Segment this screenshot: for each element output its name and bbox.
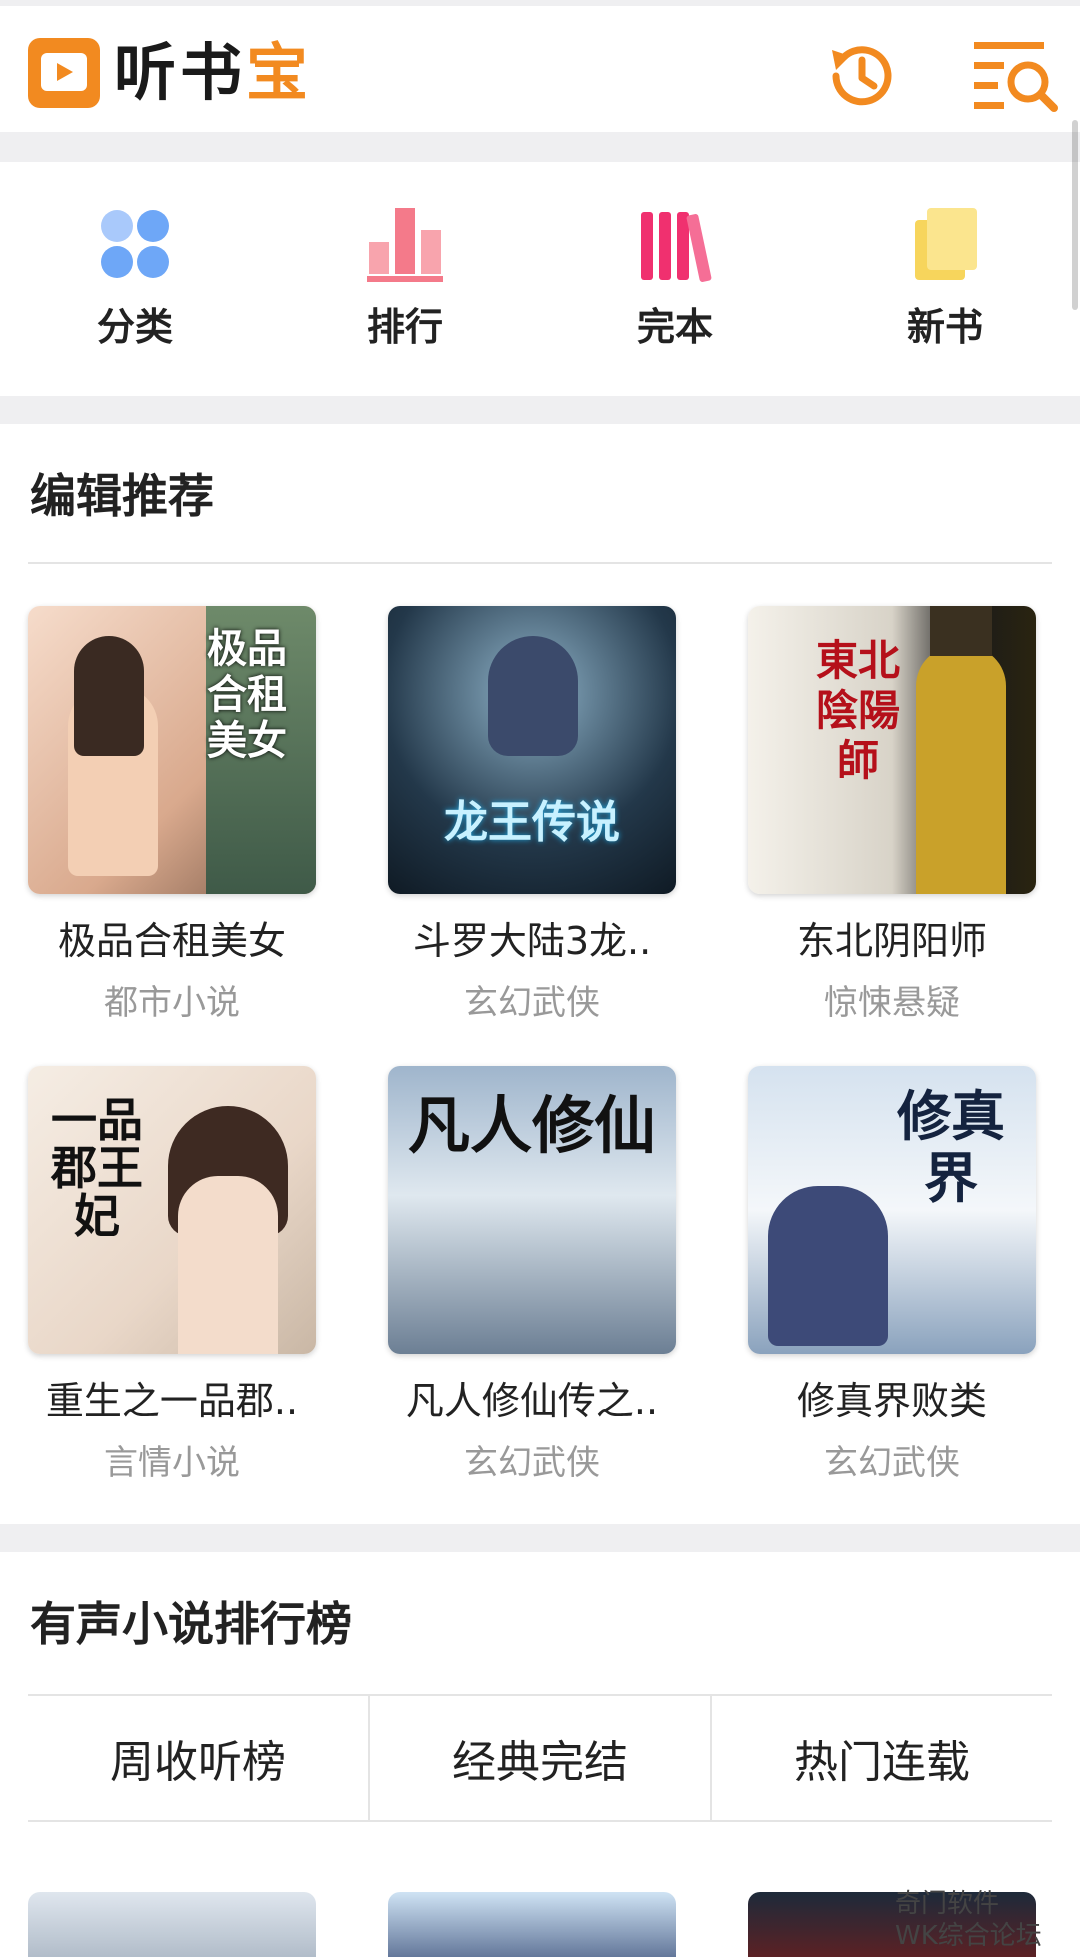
book-cover[interactable] xyxy=(28,1892,316,1957)
cover-title: 修真界 xyxy=(897,1085,1005,1210)
book-cover: 极品合租美女 xyxy=(28,606,316,894)
nav-label: 分类 xyxy=(96,305,173,349)
nav-complete[interactable]: 完本 xyxy=(540,162,810,396)
logo-text: 听书 xyxy=(114,36,247,109)
divider xyxy=(28,562,1052,564)
app-logo[interactable]: 听书宝 xyxy=(28,34,312,112)
book-title: 修真界败类 xyxy=(796,1379,987,1423)
history-icon[interactable] xyxy=(820,36,900,116)
book-cover: 東北陰陽師 xyxy=(748,606,1036,894)
nav-label: 完本 xyxy=(636,305,713,349)
cover-title: 一品郡王妃 xyxy=(51,1093,143,1243)
book-title: 重生之一品郡.. xyxy=(45,1379,299,1423)
tab-hot-serial[interactable]: 热门连载 xyxy=(712,1696,1052,1820)
tab-weekly[interactable]: 周收听榜 xyxy=(28,1696,370,1820)
nav-ranking[interactable]: 排行 xyxy=(270,162,540,396)
book-cover: 龙王传说 xyxy=(388,606,676,894)
book-category: 玄幻武侠 xyxy=(824,1443,960,1483)
cover-title: 東北陰陽師 xyxy=(815,636,900,785)
cover-title: 龙王传说 xyxy=(444,797,620,848)
watermark: 奇门软件 WK综合论坛 xyxy=(895,1888,1042,1952)
book-card[interactable]: 修真界 修真界败类 玄幻武侠 xyxy=(748,1066,1036,1484)
book-card[interactable]: 极品合租美女 极品合租美女 都市小说 xyxy=(28,606,316,1024)
book-category: 惊悚悬疑 xyxy=(824,983,960,1023)
book-title: 极品合租美女 xyxy=(57,919,286,963)
watermark-line: WK综合论坛 xyxy=(895,1921,1042,1951)
scrollbar[interactable] xyxy=(1072,120,1078,310)
book-title: 东北阴阳师 xyxy=(796,919,987,963)
category-icon xyxy=(101,210,169,278)
ranking-tabs: 周收听榜 经典完结 热门连载 xyxy=(28,1694,1052,1822)
book-card[interactable]: 凡人修仙 凡人修仙传之.. 玄幻武侠 xyxy=(388,1066,676,1484)
watermark-line: 奇门软件 xyxy=(895,1889,1000,1919)
nav-category[interactable]: 分类 xyxy=(0,162,270,396)
section-title: 有声小说排行榜 xyxy=(30,1597,352,1651)
logo-text-accent: 宝 xyxy=(246,36,313,109)
book-card[interactable]: 東北陰陽師 东北阴阳师 惊悚悬疑 xyxy=(748,606,1036,1024)
book-cover: 凡人修仙 xyxy=(388,1066,676,1354)
section-title: 编辑推荐 xyxy=(30,469,214,523)
book-cover[interactable] xyxy=(388,1892,676,1957)
book-category: 玄幻武侠 xyxy=(464,983,600,1023)
nav-label: 新书 xyxy=(906,305,983,349)
cover-title: 凡人修仙 xyxy=(407,1089,656,1162)
editor-picks-section: 编辑推荐 极品合租美女 极品合租美女 都市小说 龙王传说 斗罗大陆3龙.. 玄幻… xyxy=(0,424,1080,1524)
complete-books-icon xyxy=(641,212,712,282)
tab-classic-complete[interactable]: 经典完结 xyxy=(370,1696,712,1820)
book-cover: 一品郡王妃 xyxy=(28,1066,316,1354)
nav-new-books[interactable]: 新书 xyxy=(810,162,1080,396)
book-card[interactable]: 龙王传说 斗罗大陆3龙.. 玄幻武侠 xyxy=(388,606,676,1024)
app-header: 听书宝 xyxy=(0,6,1080,132)
book-card[interactable]: 一品郡王妃 重生之一品郡.. 言情小说 xyxy=(28,1066,316,1484)
book-title: 凡人修仙传之.. xyxy=(405,1379,659,1423)
new-books-icon xyxy=(915,208,977,280)
book-category: 都市小说 xyxy=(104,983,240,1023)
nav-label: 排行 xyxy=(366,305,443,349)
book-title: 斗罗大陆3龙.. xyxy=(412,919,652,963)
book-category: 言情小说 xyxy=(104,1443,240,1483)
logo-play-icon xyxy=(28,38,100,108)
category-nav: 分类 排行 完本 新书 xyxy=(0,162,1080,396)
cover-title: 极品合租美女 xyxy=(207,626,287,764)
book-category: 玄幻武侠 xyxy=(464,1443,600,1483)
book-cover: 修真界 xyxy=(748,1066,1036,1354)
ranking-icon xyxy=(367,208,443,282)
search-list-icon[interactable] xyxy=(972,36,1058,116)
